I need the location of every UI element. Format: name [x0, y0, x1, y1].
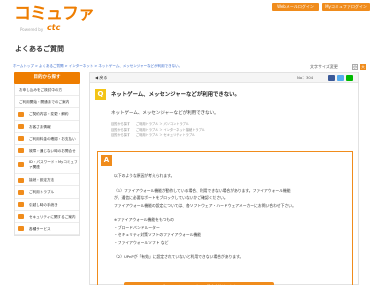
- category-row: 目的から探す ご利用トラブル ＞ セキュリティトラブル: [111, 133, 286, 139]
- sidebar-list: お申し込みをご検討中の方ご利用開始・開通までのご案内ご契約内容・変更・解約 お客さ…: [14, 84, 80, 237]
- yen-icon: [18, 136, 24, 142]
- font-size-large-button[interactable]: 大: [360, 64, 366, 70]
- sidebar-item-label: ご利用トラブル: [29, 190, 55, 195]
- shield-icon: [18, 214, 24, 220]
- answer-badge: A: [101, 155, 112, 166]
- webmail-login-button[interactable]: Webメールログイン: [272, 3, 319, 11]
- twitter-share-icon[interactable]: [337, 75, 344, 81]
- grid-icon: [18, 226, 24, 232]
- answer-line: ファイアウォール機能の設定については、各ソフトウェア・ハードウェアメーカーにお問…: [114, 202, 296, 208]
- answer-box: A 以下のような原因が考えられます。 （1）ファイアウォール機能が動作している場合…: [97, 151, 353, 285]
- logo-text: コミュファ: [14, 4, 95, 24]
- house-icon: [18, 202, 24, 207]
- alert-icon: [18, 189, 24, 195]
- breadcrumb[interactable]: ホームトップ > よくあるご質問 > インターネット > ネットゲーム、メッセン…: [13, 63, 182, 70]
- sidebar-item[interactable]: お申し込みをご検討中の方: [15, 84, 79, 97]
- user-icon: [18, 124, 24, 130]
- question-badge: Q: [95, 89, 106, 100]
- sidebar-item-label: セキュリティに関するご案内: [29, 214, 76, 219]
- answer-line: が、通信に必要なポートをブロックしていないかご確認ください。: [114, 195, 228, 201]
- commufa-logo[interactable]: コミュファ Powered by ctc: [14, 4, 95, 33]
- sidebar-item-label: 接続・設定方法: [29, 178, 55, 183]
- question-number: No：304: [297, 75, 314, 80]
- document-icon: [18, 111, 24, 117]
- sidebar-item[interactable]: お客さま情報: [15, 121, 79, 133]
- page-title: よくあるご質問: [15, 45, 64, 53]
- faq-toolbar: ◀ 戻る No：304: [90, 73, 358, 83]
- answer-line: （1）ファイアウォール機能が動作している場合、利用できない場合があります。ファイ…: [114, 187, 291, 193]
- sidebar-heading: 目的から探す: [14, 72, 80, 84]
- answer-line: （2）UPnPが「有効」に設定されていないと利用できない場合があります。: [114, 254, 244, 260]
- sidebar-item[interactable]: 各種サービス: [15, 223, 79, 236]
- tool-icon: [18, 148, 24, 154]
- sidebar-item-label: お申し込みをご検討中の方: [19, 88, 63, 92]
- logo-brand: ctc: [47, 23, 61, 32]
- subbar: ホームトップ > よくあるご質問 > インターネット > ネットゲーム、メッセン…: [0, 63, 380, 70]
- sidebar-item[interactable]: セキュリティに関するご案内: [15, 211, 79, 223]
- category-path-link[interactable]: ご利用トラブル ＞ セキュリティトラブル: [136, 133, 195, 139]
- sidebar-item[interactable]: ご利用トラブル: [15, 186, 79, 199]
- answer-line: ・ファイアウォールソフト など: [114, 239, 169, 245]
- my-commufa-login-button[interactable]: Myコミュファログイン: [322, 3, 370, 11]
- answer-line: ・セキュリティ対策ソフトのファイアウォール機能: [114, 232, 202, 238]
- sidebar-item-label: お客さま情報: [29, 124, 51, 129]
- font-size-label: 文字サイズ変更: [310, 64, 338, 69]
- category-list: 目的から探す ご利用トラブル ＞ パソコントラブル 目的から探す ご利用トラブル ＞ …: [111, 122, 286, 144]
- question-subtext: ネットゲーム、メッセンジャーなどが利用できない。: [111, 111, 219, 116]
- answer-line: ※ファイアウォール機能をもつもの: [114, 217, 174, 223]
- sidebar-item[interactable]: 引越し時の手続き: [15, 199, 79, 211]
- answer-line: 以下のような原因が考えられます。: [114, 173, 175, 178]
- sidebar-item[interactable]: ID・パスワード・Myコミュファ関連: [15, 157, 79, 175]
- font-size-small-button[interactable]: 小: [352, 64, 358, 70]
- sidebar-item-label: 各種サービス: [29, 226, 51, 231]
- key-icon: [18, 162, 24, 168]
- faq-panel: ◀ 戻る No：304 Q ネットゲーム、メッセンジャーなどが利用できない。 ネ…: [89, 72, 359, 285]
- logo-powered-by: Powered by: [20, 27, 44, 32]
- sidebar: 目的から探す お申し込みをご検討中の方ご利用開始・開通までのご案内ご契約内容・変…: [14, 72, 80, 285]
- site-header: コミュファ Powered by ctc Webメールログイン Myコミュファロ…: [0, 0, 380, 34]
- sidebar-item[interactable]: ご利用開始・開通までのご案内: [15, 96, 79, 109]
- back-link[interactable]: ◀ 戻る: [95, 73, 107, 83]
- sidebar-item-label: ご契約内容・変更・解約: [29, 112, 69, 117]
- sidebar-item[interactable]: ご利用料金の確認・お支払い: [15, 133, 79, 145]
- sidebar-item-label: ご利用開始・開通までのご案内: [19, 100, 70, 105]
- sidebar-item[interactable]: 故障・通じない時のお問合せ: [15, 145, 79, 158]
- settings-icon: [18, 177, 24, 183]
- answer-line: ・ブロードバンドルーター: [114, 224, 160, 230]
- line-share-icon[interactable]: [346, 75, 353, 81]
- sidebar-item-label: ご利用料金の確認・お支払い: [29, 136, 76, 141]
- sidebar-item-label: 故障・通じない時のお問合せ: [29, 148, 76, 153]
- facebook-share-icon[interactable]: [328, 75, 335, 81]
- sidebar-item[interactable]: 接続・設定方法: [15, 174, 79, 187]
- category-label: 目的から探す: [111, 133, 131, 137]
- sidebar-item-label: 引越し時の手続き: [29, 202, 58, 207]
- sidebar-item[interactable]: ご契約内容・変更・解約: [15, 108, 79, 121]
- question-title: ネットゲーム、メッセンジャーなどが利用できない。: [111, 92, 240, 98]
- sidebar-item-label: ID・パスワード・Myコミュファ関連: [29, 160, 78, 170]
